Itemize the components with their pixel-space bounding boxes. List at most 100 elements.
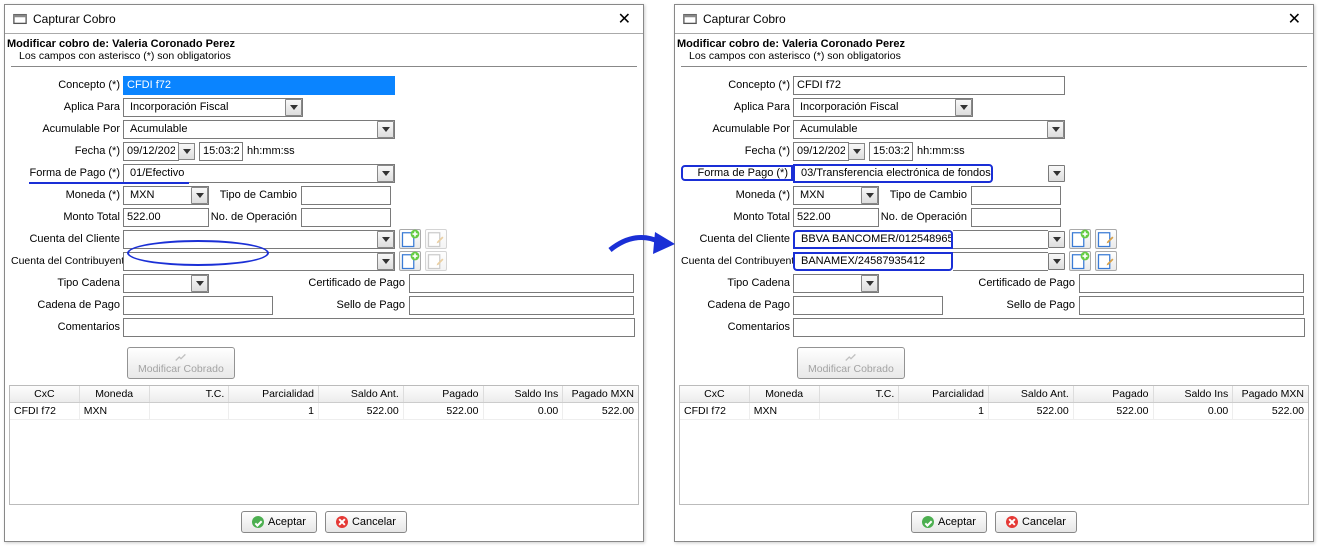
chevron-down-icon[interactable] — [861, 187, 878, 204]
chevron-down-icon[interactable] — [861, 275, 878, 292]
cert-input[interactable] — [409, 274, 634, 293]
sello-input[interactable] — [409, 296, 634, 315]
forma-pago-select[interactable]: 01/Efectivo — [123, 164, 395, 183]
divider — [681, 66, 1307, 67]
acumulable-select[interactable]: Acumulable — [123, 120, 395, 139]
form: Concepto (*) Aplica Para Incorporación F… — [675, 75, 1313, 383]
aplica-select[interactable]: Incorporación Fiscal — [793, 98, 973, 117]
fecha-input[interactable] — [793, 142, 849, 161]
chevron-down-icon[interactable] — [1048, 165, 1065, 182]
th-mon: Moneda — [80, 386, 150, 402]
chevron-down-icon[interactable] — [1048, 231, 1065, 248]
chevron-down-icon[interactable] — [1047, 121, 1064, 138]
cancelar-button[interactable]: Cancelar — [995, 511, 1077, 533]
cadena-input[interactable] — [793, 296, 943, 315]
th-mon: Moneda — [750, 386, 820, 402]
cadena-input[interactable] — [123, 296, 273, 315]
moneda-select[interactable]: MXN — [123, 186, 209, 205]
cuenta-contribuyente-select[interactable] — [123, 252, 395, 271]
label-moneda: Moneda (*) — [11, 189, 123, 201]
tipocambio-input[interactable] — [301, 186, 391, 205]
concepto-input[interactable] — [123, 76, 395, 95]
th-tc: T.C. — [150, 386, 230, 402]
noop-input[interactable] — [301, 208, 391, 227]
forma-pago-select[interactable]: 03/Transferencia electrónica de fondos — [793, 164, 993, 183]
app-icon — [683, 12, 697, 26]
app-icon — [13, 12, 27, 26]
table-row[interactable]: CFDI f72 MXN 1 522.00 522.00 0.00 522.00 — [10, 403, 638, 420]
label-tipocambio: Tipo de Cambio — [209, 189, 301, 201]
subtitle-bold: Modificar cobro de: Valeria Coronado Per… — [7, 38, 635, 50]
label-hhmmss: hh:mm:ss — [247, 145, 295, 157]
add-contribuyente-button[interactable] — [399, 251, 421, 271]
edit-cliente-button — [425, 229, 447, 249]
cuenta-cliente-select[interactable] — [123, 230, 395, 249]
label-tipocadena: Tipo Cadena — [11, 277, 123, 289]
label-monto: Monto Total — [11, 211, 123, 223]
monto-input[interactable] — [123, 208, 209, 227]
check-icon — [252, 516, 264, 528]
modificar-cobrado-button: Modificar Cobrado — [127, 347, 235, 379]
capturar-cobro-dialog-right: Capturar Cobro ✕ Modificar cobro de: Val… — [674, 4, 1314, 542]
subtitle-note: Los campos con asterisco (*) son obligat… — [19, 50, 635, 62]
fecha-input[interactable] — [123, 142, 179, 161]
label-monto: Monto Total — [681, 211, 793, 223]
form: Concepto (*) Aplica Para Incorporación F… — [5, 75, 643, 383]
calendar-button[interactable] — [848, 143, 865, 160]
tipocadena-select[interactable] — [123, 274, 209, 293]
chevron-down-icon[interactable] — [191, 187, 208, 204]
monto-input[interactable] — [793, 208, 879, 227]
aceptar-button[interactable]: Aceptar — [241, 511, 317, 533]
hora-input[interactable] — [199, 142, 243, 161]
cancelar-button[interactable]: Cancelar — [325, 511, 407, 533]
label-ccte: Cuenta del Cliente — [11, 233, 123, 245]
edit-cliente-button[interactable] — [1095, 229, 1117, 249]
tipocadena-select[interactable] — [793, 274, 879, 293]
sello-input[interactable] — [1079, 296, 1304, 315]
cuenta-contribuyente-select[interactable]: BANAMEX/24587935412 — [793, 252, 953, 271]
concepto-input[interactable] — [793, 76, 1065, 95]
comentarios-input[interactable] — [123, 318, 635, 337]
moneda-select[interactable]: MXN — [793, 186, 879, 205]
tipocambio-input[interactable] — [971, 186, 1061, 205]
table-header: CxC Moneda T.C. Parcialidad Saldo Ant. P… — [10, 386, 638, 403]
noop-input[interactable] — [971, 208, 1061, 227]
add-cliente-button[interactable] — [1069, 229, 1091, 249]
chevron-down-icon[interactable] — [1048, 253, 1065, 270]
aplica-select[interactable]: Incorporación Fiscal — [123, 98, 303, 117]
comentarios-input[interactable] — [793, 318, 1305, 337]
th-pmx: Pagado MXN — [563, 386, 638, 402]
calendar-button[interactable] — [178, 143, 195, 160]
close-icon[interactable]: ✕ — [1284, 9, 1305, 29]
subheader: Modificar cobro de: Valeria Coronado Per… — [5, 34, 643, 64]
window-title: Capturar Cobro — [33, 12, 614, 26]
table-row[interactable]: CFDI f72 MXN 1 522.00 522.00 0.00 522.00 — [680, 403, 1308, 420]
cuenta-cliente-select[interactable]: BBVA BANCOMER/0125489652 — [793, 230, 953, 249]
cancel-icon — [1006, 516, 1018, 528]
label-comentarios: Comentarios — [681, 321, 793, 333]
chevron-down-icon[interactable] — [955, 99, 972, 116]
cancel-icon — [336, 516, 348, 528]
chevron-down-icon[interactable] — [377, 165, 394, 182]
check-icon — [922, 516, 934, 528]
close-icon[interactable]: ✕ — [614, 9, 635, 29]
label-aplica: Aplica Para — [681, 101, 793, 113]
th-pmx: Pagado MXN — [1233, 386, 1308, 402]
add-contribuyente-button[interactable] — [1069, 251, 1091, 271]
chevron-down-icon[interactable] — [191, 275, 208, 292]
label-hhmmss: hh:mm:ss — [917, 145, 965, 157]
edit-contribuyente-button[interactable] — [1095, 251, 1117, 271]
label-comentarios: Comentarios — [11, 321, 123, 333]
cert-input[interactable] — [1079, 274, 1304, 293]
aceptar-button[interactable]: Aceptar — [911, 511, 987, 533]
label-tipocadena: Tipo Cadena — [681, 277, 793, 289]
acumulable-select[interactable]: Acumulable — [793, 120, 1065, 139]
chevron-down-icon[interactable] — [377, 253, 394, 270]
hora-input[interactable] — [869, 142, 913, 161]
th-sal: Saldo Ant. — [989, 386, 1074, 402]
add-cliente-button[interactable] — [399, 229, 421, 249]
label-cert: Certificado de Pago — [209, 277, 409, 289]
chevron-down-icon[interactable] — [377, 121, 394, 138]
chevron-down-icon[interactable] — [285, 99, 302, 116]
chevron-down-icon[interactable] — [377, 231, 394, 248]
